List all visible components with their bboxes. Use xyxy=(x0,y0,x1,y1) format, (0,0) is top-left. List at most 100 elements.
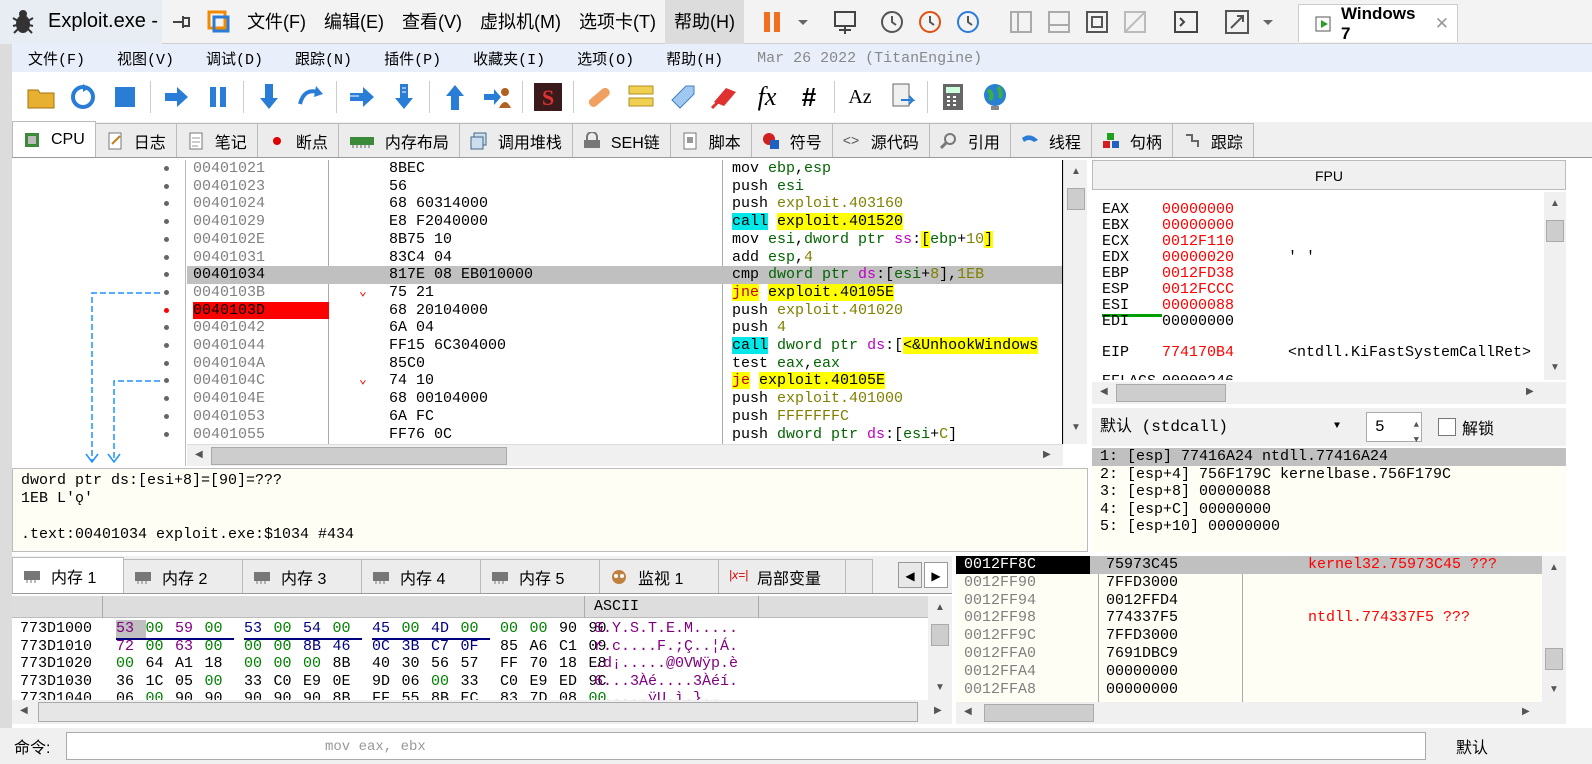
disasm-row[interactable]: 00401029 E8 F2040000 call exploit.401520 xyxy=(187,213,1062,231)
gutter-dot[interactable] xyxy=(164,183,169,189)
tab-log[interactable]: 日志 xyxy=(94,123,177,157)
snapshot-icon[interactable] xyxy=(878,8,906,36)
vm-menu-vm[interactable]: 虚拟机(M) xyxy=(471,0,570,44)
register-value[interactable]: 0012FD38 xyxy=(1162,266,1234,282)
fpu-toggle-button[interactable]: FPU xyxy=(1092,160,1566,190)
menu-plugins[interactable]: 插件(P) xyxy=(368,48,457,69)
stack-row[interactable]: 0012FFA8 00000000 xyxy=(956,681,1542,699)
stop-icon[interactable] xyxy=(110,82,140,112)
scroll-left-icon[interactable]: ◀ xyxy=(195,449,203,460)
stack-view[interactable]: 0012FF8C 75973C45 kernel32.75973C45 ??? 001… xyxy=(956,556,1542,702)
gutter-dot[interactable] xyxy=(164,236,169,242)
tab-dump-2[interactable]: 内存 2 xyxy=(123,559,243,593)
stack-argument-row[interactable]: 1: [esp] 77416A24 ntdll.77416A24 xyxy=(1092,448,1566,466)
tab-more[interactable] xyxy=(845,559,873,593)
dump-hex[interactable]: 06 00 90 90 90 90 90 8B FF 55 8B EC 83 7D 08 00 xyxy=(116,690,628,700)
stack-arguments-view[interactable]: 1: [esp] 77416A24 ntdll.77416A24 2: [esp+… xyxy=(1092,448,1566,552)
restart-icon[interactable] xyxy=(68,82,98,112)
menu-debug[interactable]: 调试(D) xyxy=(190,48,279,69)
stack-hscrollbar[interactable]: ◀ ▶ xyxy=(956,702,1566,724)
register-row[interactable]: EDI 00000000 xyxy=(1102,314,1234,330)
disasm-row[interactable]: 0040103B 75 21 jne exploit.40105E xyxy=(187,283,1062,302)
variables-icon[interactable]: # xyxy=(794,82,824,112)
scroll-left-icon[interactable]: ◀ xyxy=(964,706,972,717)
gutter-dot[interactable] xyxy=(164,343,169,348)
tab-call-stack[interactable]: 调用堆栈 xyxy=(458,123,573,157)
vm-menu-view[interactable]: 查看(V) xyxy=(393,0,471,44)
fullscreen-icon[interactable] xyxy=(1083,8,1111,36)
register-value[interactable]: 00000246 xyxy=(1162,374,1234,381)
trace-into-icon[interactable] xyxy=(347,82,377,112)
step-into-icon[interactable] xyxy=(254,82,284,112)
scroll-thumb[interactable] xyxy=(1546,220,1564,242)
scroll-thumb[interactable] xyxy=(931,624,949,646)
console-icon[interactable] xyxy=(1172,8,1200,36)
scroll-thumb[interactable] xyxy=(38,702,918,722)
gutter-dot[interactable] xyxy=(164,166,169,171)
comments-icon[interactable] xyxy=(626,82,656,112)
vm-tab-windows7[interactable]: Windows 7 ✕ xyxy=(1298,4,1458,43)
unlock-checkbox[interactable] xyxy=(1438,418,1456,436)
dump-hscrollbar[interactable]: ◀ ▶ xyxy=(12,700,952,724)
dump-vscrollbar[interactable]: ▲ ▼ xyxy=(928,596,952,700)
scroll-right-icon[interactable]: ▶ xyxy=(934,705,942,716)
scroll-thumb[interactable] xyxy=(1545,648,1563,670)
sidebar-icon[interactable] xyxy=(1007,8,1035,36)
disasm-row[interactable]: 0040104C 74 10 je exploit.40105E xyxy=(187,372,1062,390)
command-input[interactable]: mov eax, ebx xyxy=(66,732,1426,760)
scroll-down-icon[interactable]: ▼ xyxy=(935,682,945,693)
stack-row[interactable]: 0012FF90 7FFD3000 xyxy=(956,574,1542,592)
disasm-row[interactable]: 00401055 FF76 0C push dword ptr ds:[esi+C] xyxy=(187,426,1062,444)
disasm-row[interactable]: 00401024 68 60314000 push exploit.403160 xyxy=(187,195,1062,213)
register-value[interactable]: 00000000 xyxy=(1162,218,1234,234)
tab-handles[interactable]: 句柄 xyxy=(1090,123,1173,157)
disassembly-hscrollbar[interactable]: ◀ ▶ xyxy=(187,444,1063,466)
disassembly-vscrollbar[interactable]: ▲ ▼ xyxy=(1063,160,1087,444)
menu-favourites[interactable]: 收藏夹(I) xyxy=(457,48,561,69)
globe-icon[interactable] xyxy=(980,82,1010,112)
register-row[interactable]: EBP 0012FD38 xyxy=(1102,266,1234,282)
unity-icon[interactable] xyxy=(1121,8,1149,36)
stack-argument-row[interactable]: 2: [esp+4] 756F179C kernelbase.756F179C xyxy=(1092,466,1566,484)
stack-row[interactable]: 0012FF94 0012FFD4 xyxy=(956,592,1542,610)
disasm-row[interactable]: 00401044 FF15 6C304000 call dword ptr ds:[… xyxy=(187,337,1062,355)
chevron-down-icon[interactable] xyxy=(1261,8,1275,36)
thumbnail-icon[interactable] xyxy=(1045,8,1073,36)
command-mode-select[interactable]: 默认 xyxy=(1456,734,1488,758)
pause-icon[interactable] xyxy=(203,82,233,112)
strings-icon[interactable]: Az xyxy=(845,82,875,112)
scroll-thumb[interactable] xyxy=(984,704,1094,722)
scroll-down-icon[interactable]: ▼ xyxy=(1549,684,1559,695)
menu-options[interactable]: 选项(O) xyxy=(561,48,650,69)
gutter-dot[interactable] xyxy=(164,254,169,260)
register-row[interactable]: EAX 00000000 xyxy=(1102,202,1234,218)
dump-hex[interactable]: 72 00 63 00 00 00 8B 46 0C 3B C7 0F 85 A6 C1 09 xyxy=(116,638,628,656)
menu-trace[interactable]: 跟踪(N) xyxy=(279,48,368,69)
disasm-row[interactable]: 00401042 6A 04 push 4 xyxy=(187,319,1062,337)
gutter-dot[interactable] xyxy=(164,360,169,366)
calls-icon[interactable] xyxy=(887,82,917,112)
register-row[interactable]: ECX 0012F110 xyxy=(1102,234,1234,250)
tab-script[interactable]: 脚本 xyxy=(669,123,752,157)
registers-hscrollbar[interactable]: ◀ ▶ xyxy=(1092,382,1566,404)
disasm-row[interactable]: 0040102E 8B75 10 mov esi,dword ptr ss:[ebp… xyxy=(187,230,1062,249)
scroll-thumb[interactable] xyxy=(1116,384,1226,402)
calculator-icon[interactable] xyxy=(938,82,968,112)
register-row[interactable]: EBX 00000000 xyxy=(1102,218,1234,234)
menu-help[interactable]: 帮助(H) xyxy=(650,48,739,69)
scroll-left-icon[interactable]: ◀ xyxy=(20,705,28,716)
gutter-dot[interactable] xyxy=(164,289,169,295)
scylla-icon[interactable]: S xyxy=(533,82,563,112)
vm-menu-edit[interactable]: 编辑(E) xyxy=(315,0,393,44)
tab-locals[interactable]: |x=| 局部变量 xyxy=(718,559,846,593)
register-row[interactable]: EIP 774170B4 <ntdll.KiFastSystemCallRet> xyxy=(1102,345,1531,361)
step-over-icon[interactable] xyxy=(296,82,326,112)
gutter-dot[interactable] xyxy=(164,413,169,419)
register-row[interactable]: ESI 00000088 xyxy=(1102,298,1234,317)
functions-icon[interactable]: fx xyxy=(752,82,782,112)
register-value[interactable]: 0012F110 xyxy=(1162,234,1234,250)
register-value[interactable]: 0012FCCC xyxy=(1162,282,1234,298)
registers-vscrollbar[interactable]: ▲ ▼ xyxy=(1544,192,1566,380)
register-row[interactable]: ESP 0012FCCC xyxy=(1102,282,1234,298)
open-folder-icon[interactable] xyxy=(26,82,56,112)
